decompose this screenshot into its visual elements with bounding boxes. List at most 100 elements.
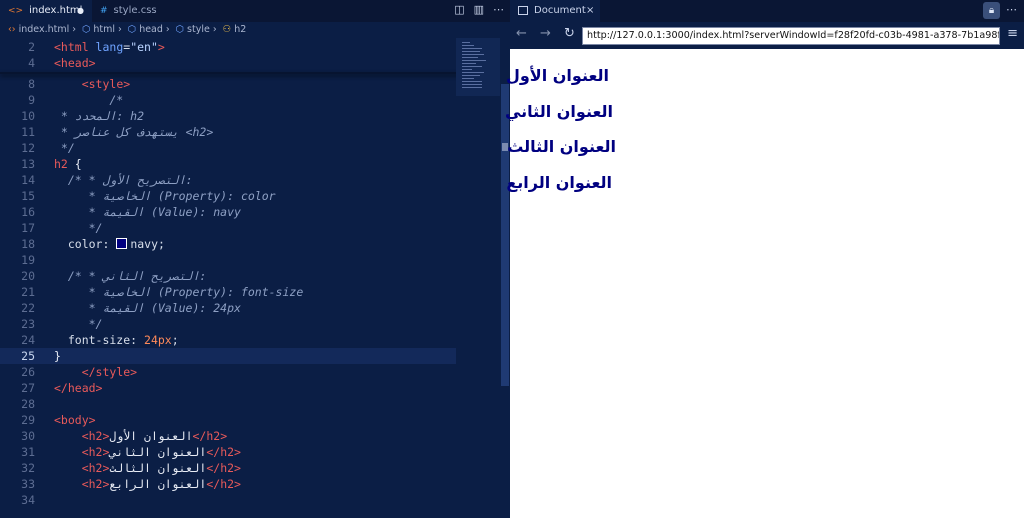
open-preview-icon[interactable]: ◫: [454, 3, 464, 16]
line-number: 14: [21, 173, 35, 187]
breadcrumb-item[interactable]: html: [93, 24, 115, 35]
code-line[interactable]: 8 <style>: [0, 76, 456, 92]
code-line[interactable]: 11 * يستهدف كل عناصر <h2>: [0, 124, 456, 140]
code-line[interactable]: 16 * القيمة (Value): navy: [0, 204, 456, 220]
code-line[interactable]: 19: [0, 252, 456, 268]
breadcrumb-item[interactable]: style: [187, 24, 210, 35]
line-number: 20: [21, 269, 35, 283]
more-actions-icon[interactable]: ⋯: [1006, 3, 1017, 16]
code-token: <h2>: [81, 477, 110, 491]
minimap[interactable]: [456, 38, 500, 96]
code-text: */: [54, 220, 103, 236]
code-line[interactable]: 21 * الخاصية (Property): font-size: [0, 284, 456, 300]
code-line[interactable]: 2 <html lang="en">: [0, 39, 456, 55]
code-text: * القيمة (Value): 24px: [54, 300, 241, 316]
code-token: navy;: [130, 237, 165, 251]
line-number: 19: [21, 253, 35, 267]
lock-icon[interactable]: 🔒︎: [983, 2, 1000, 19]
breadcrumb-item[interactable]: index.html: [19, 24, 70, 35]
code-line[interactable]: 32 <h2>العنوان الثالث</h2>: [0, 460, 456, 476]
code-text: font-size: 24px;: [54, 332, 179, 348]
code-text: <h2>العنوان الثالث</h2>: [54, 460, 241, 476]
line-number: 32: [21, 461, 35, 475]
color-swatch-icon[interactable]: [116, 238, 128, 249]
code-text: <html lang="en">: [54, 39, 165, 55]
heading-3: العنوان الثالث: [507, 137, 616, 156]
reload-icon[interactable]: ↻: [564, 26, 575, 41]
back-arrow-icon[interactable]: ←: [516, 26, 527, 41]
code-line[interactable]: 31 <h2>العنوان الثاني</h2>: [0, 444, 456, 460]
code-token: </h2>: [206, 461, 241, 475]
code-token: </h2>: [192, 429, 228, 443]
code-line[interactable]: 20 /* * التصريح الثاني:: [0, 268, 456, 284]
breadcrumb-item[interactable]: head: [139, 24, 163, 35]
code-line[interactable]: 26 </style>: [0, 364, 456, 380]
more-actions-icon[interactable]: ⋯: [493, 3, 504, 16]
code-line[interactable]: 18 color: navy;: [0, 236, 456, 252]
line-number: 12: [21, 141, 35, 155]
code-line[interactable]: 4 <head>: [0, 55, 456, 71]
menu-icon[interactable]: ≡: [1007, 26, 1018, 41]
tab-document[interactable]: Document ×: [510, 0, 600, 22]
line-number: 29: [21, 413, 35, 427]
code-token: * القيمة (Value): 24px: [54, 301, 241, 315]
code-token: <h2>: [81, 445, 110, 459]
code-line[interactable]: 12 */: [0, 140, 456, 156]
code-area[interactable]: 2 <html lang="en"> 4 <head> 8 <style> 9 /* 10 …: [0, 38, 500, 518]
code-token: <h2>: [81, 461, 110, 475]
code-token: {: [74, 157, 82, 171]
code-line[interactable]: 9 /*: [0, 92, 456, 108]
code-token: color:: [54, 237, 117, 251]
code-token: * يستهدف كل عناصر <h2>: [54, 125, 214, 139]
line-number: 21: [21, 285, 35, 299]
line-number: 2: [28, 40, 35, 54]
code-line[interactable]: 28: [0, 396, 456, 412]
code-line[interactable]: 33 <h2>العنوان الرابع</h2>: [0, 476, 456, 492]
scrollbar-thumb[interactable]: [501, 84, 509, 386]
code-text: * المحدد: h2: [54, 108, 144, 124]
forward-arrow-icon[interactable]: →: [540, 26, 551, 41]
code-line[interactable]: 17 */: [0, 220, 456, 236]
code-line[interactable]: 34: [0, 492, 456, 508]
code-text: * الخاصية (Property): font-size: [54, 284, 304, 300]
code-line[interactable]: 27 </head>: [0, 380, 456, 396]
tab-index-html[interactable]: <> index.html ●: [0, 0, 92, 22]
code-token: */: [54, 317, 103, 331]
line-number: 33: [21, 477, 35, 491]
code-line[interactable]: 13 h2 {: [0, 156, 456, 172]
code-line[interactable]: 15 * الخاصية (Property): color: [0, 188, 456, 204]
code-token: <h2>: [81, 429, 110, 443]
code-token: العنوان الثاني: [109, 445, 207, 459]
unsaved-dot-icon[interactable]: ●: [77, 0, 84, 22]
split-editor-icon[interactable]: ▥: [474, 3, 484, 16]
code-line[interactable]: 25}: [0, 348, 456, 364]
line-number: 30: [21, 429, 35, 443]
code-text: color: navy;: [54, 236, 165, 252]
tab-label: style.css: [113, 5, 157, 16]
code-text: <body>: [54, 412, 96, 428]
line-number: 28: [21, 397, 35, 411]
line-number: 26: [21, 365, 35, 379]
line-number: 18: [21, 237, 35, 251]
tab-style-css[interactable]: # style.css: [92, 0, 180, 22]
url-input[interactable]: http://127.0.0.1:3000/index.html?serverW…: [582, 27, 1000, 45]
code-line[interactable]: 29 <body>: [0, 412, 456, 428]
code-line[interactable]: 23 */: [0, 316, 456, 332]
code-line[interactable]: 10 * المحدد: h2: [0, 108, 456, 124]
code-token: العنوان الأول: [109, 429, 193, 443]
line-number: 27: [21, 381, 35, 395]
code-line[interactable]: 22 * القيمة (Value): 24px: [0, 300, 456, 316]
code-line[interactable]: 24 font-size: 24px;: [0, 332, 456, 348]
line-number: 8: [28, 77, 35, 91]
code-token: */: [54, 141, 75, 155]
code-text: /* * التصريح الثاني:: [54, 268, 207, 284]
code-text: <h2>العنوان الأول</h2>: [54, 428, 227, 444]
close-icon[interactable]: ×: [586, 0, 594, 22]
code-token: "en": [130, 40, 158, 54]
code-line[interactable]: 14 /* * التصريح الأول:: [0, 172, 456, 188]
breadcrumb-item[interactable]: h2: [234, 24, 246, 35]
line-number: 34: [21, 493, 35, 507]
code-line[interactable]: 30 <h2>العنوان الأول</h2>: [0, 428, 456, 444]
